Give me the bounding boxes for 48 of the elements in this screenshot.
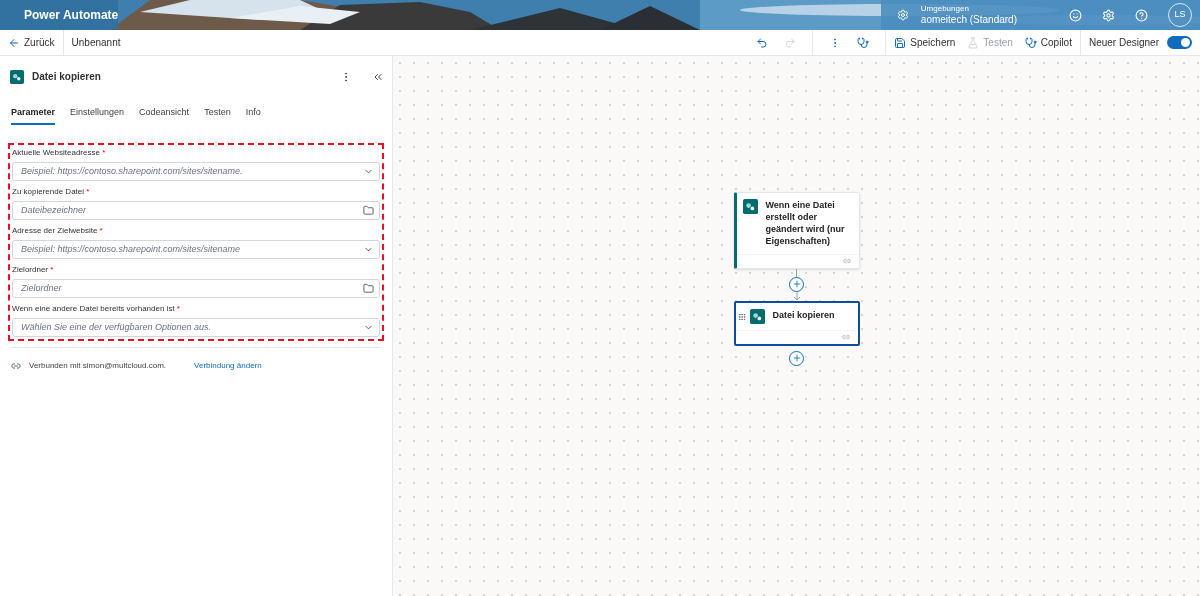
change-connection-link[interactable]: Verbindung ändern (194, 359, 262, 372)
file-picker-field[interactable]: Zielordner (12, 278, 380, 298)
save-icon[interactable] (894, 36, 907, 49)
flow-name: Unbenannt (70, 36, 122, 50)
connector-arrow (792, 291, 801, 301)
undo-icon[interactable] (756, 36, 769, 49)
field-label: Aktuelle Websiteadresse * (12, 146, 107, 159)
help-icon[interactable] (1135, 8, 1148, 22)
sharepoint-icon (742, 199, 758, 214)
designer-toggle[interactable] (1167, 36, 1192, 49)
app-title: Power Automate (24, 7, 119, 24)
dropdown-field[interactable]: Beispiel: https://contoso.sharepoint.com/sites/sitename (12, 239, 380, 259)
sharepoint-icon (749, 308, 765, 324)
flow-step-card[interactable]: Datei kopieren (733, 300, 860, 346)
environment-label: Umgebungen (920, 3, 970, 14)
field-label: Wenn eine andere Datei bereits vorhanden ist * (12, 302, 181, 315)
panel-tab[interactable]: Codeansicht (139, 106, 190, 125)
flow-step-card[interactable]: Wenn eine Datei erstellt oder geändert wird (nur Eigenschaften) (733, 192, 860, 269)
connection-icon (11, 360, 21, 371)
settings-icon[interactable] (1102, 8, 1115, 22)
dropdown-field[interactable]: Beispiel: https://contoso.sharepoint.com/sites/sitename. (12, 161, 380, 181)
feedback-icon[interactable] (1069, 8, 1082, 22)
step-title: Wenn eine Datei erstellt oder geändert wird (nur Eigenschaften) (764, 199, 846, 248)
step-title: Datei kopieren (771, 308, 835, 321)
dropdown-field[interactable]: Wählen Sie eine der verfügbaren Optionen aus. (12, 317, 380, 337)
back-arrow-icon[interactable] (8, 36, 20, 49)
back-button[interactable]: Zurück (0, 30, 64, 55)
field-label: Zielordner * (12, 263, 55, 276)
panel-tab[interactable]: Parameter (11, 106, 56, 125)
toolbar-button[interactable]: Speichern (894, 35, 956, 50)
panel-title: Datei kopieren (32, 70, 102, 84)
folder-icon[interactable] (363, 282, 374, 294)
environment-name[interactable]: aomeitech (Standard) (920, 13, 1017, 27)
folder-icon[interactable] (363, 204, 374, 216)
field-label: Zu kopierende Datei * (12, 185, 91, 198)
drag-handle-icon[interactable] (737, 312, 746, 321)
panel-tab[interactable]: Einstellungen (70, 106, 125, 125)
stethoscope-icon[interactable] (857, 36, 870, 49)
connection-icon (841, 333, 850, 342)
connection-text: Verbunden mit simon@multcloud.com. (29, 359, 167, 372)
toolbar-button[interactable]: Copilot (1024, 35, 1072, 50)
designer-toggle-label: Neuer Designer (1088, 36, 1159, 50)
connection-icon (842, 257, 851, 266)
sharepoint-icon (10, 69, 24, 84)
file-picker-field[interactable]: Dateibezeichner (12, 200, 380, 220)
panel-tab[interactable]: Testen (204, 106, 231, 125)
panel-tab[interactable]: Info (245, 106, 261, 125)
field-label: Adresse der Zielwebsite * (12, 224, 104, 237)
